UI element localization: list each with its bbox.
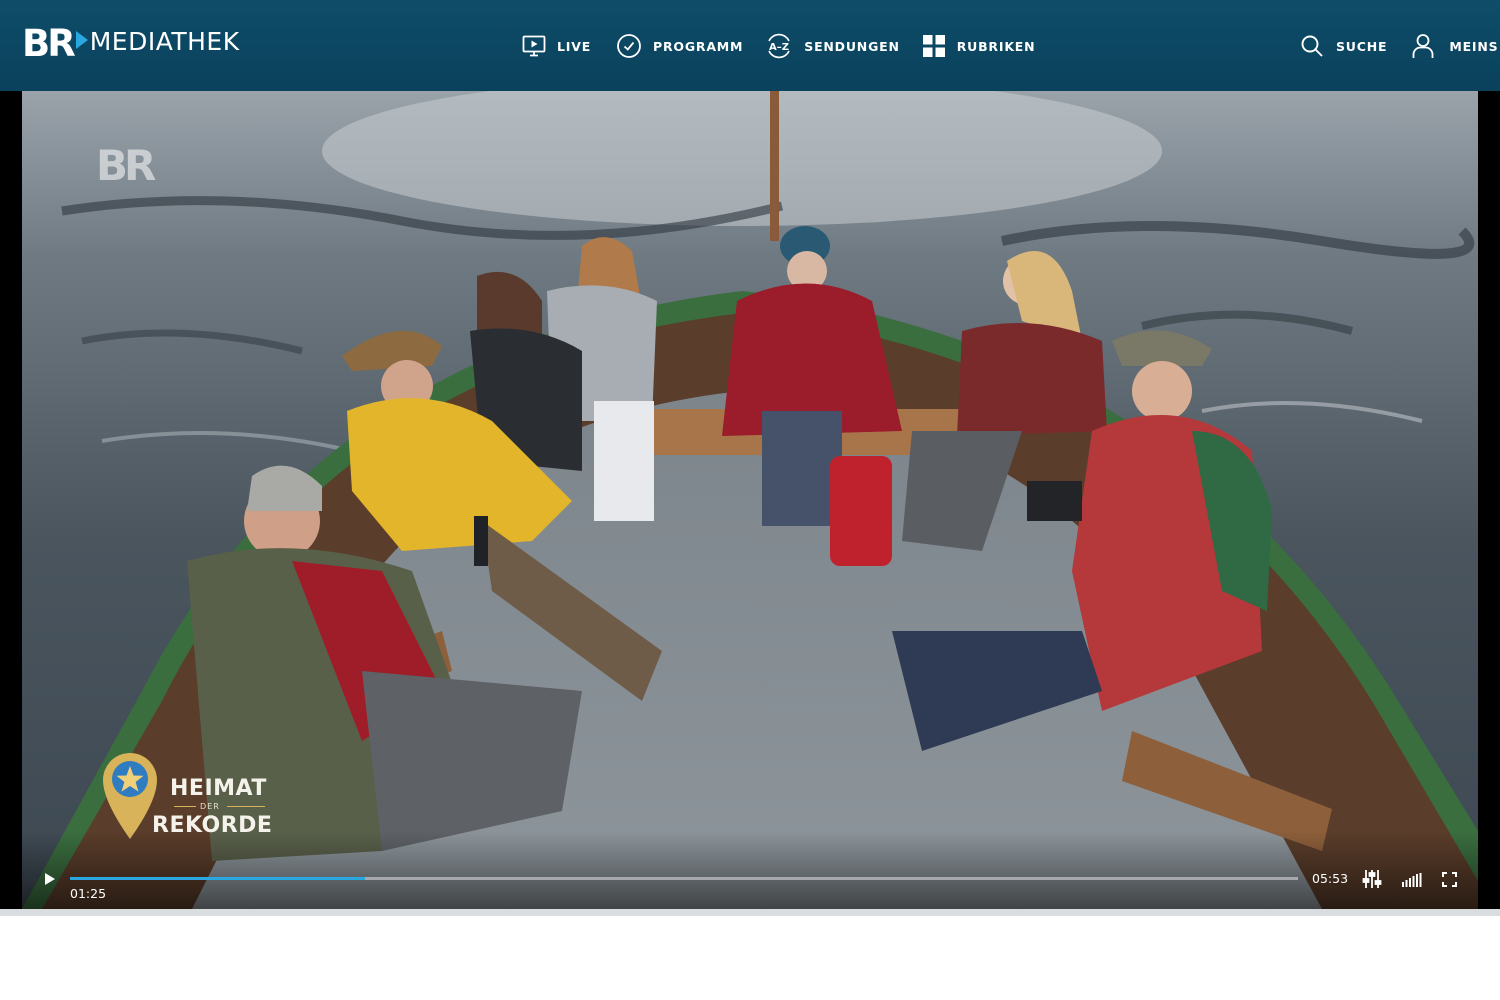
progress-bar-fill: [70, 877, 365, 880]
show-title-der: DER: [200, 802, 220, 811]
logo-mediathek-text: MEDIATHEK: [89, 26, 240, 56]
utility-navigation: SUCHE MEINS: [1300, 30, 1498, 62]
main-navigation: LIVE PROGRAMM A–Z SENDUNGEN RUBRIKEN: [522, 30, 1035, 62]
clock-check-icon: [616, 33, 642, 59]
top-navigation-bar: BR MEDIATHEK LIVE PROGRAMM A–Z SENDUNGEN…: [0, 0, 1500, 91]
nav-item-sendungen[interactable]: A–Z SENDUNGEN: [765, 30, 899, 62]
user-icon: [1411, 33, 1435, 59]
nav-label-suche: SUCHE: [1336, 38, 1388, 54]
grid-icon: [922, 34, 946, 58]
nav-label-rubriken: RUBRIKEN: [956, 38, 1036, 54]
svg-text:A–Z: A–Z: [769, 42, 789, 53]
search-icon: [1300, 34, 1324, 58]
fullscreen-button[interactable]: [1442, 872, 1457, 891]
nav-label-meins: MEINS: [1449, 38, 1499, 54]
sliders-icon: [1362, 870, 1382, 888]
current-time: 01:25: [70, 886, 107, 901]
logo-play-triangle: [75, 31, 88, 49]
a-z-icon: A–Z: [765, 33, 793, 59]
volume-bars-icon: [1402, 873, 1422, 887]
nav-label-sendungen: SENDUNGEN: [804, 38, 900, 54]
duration-time: 05:53: [1312, 871, 1349, 886]
video-frame[interactable]: BR HEIMAT DER REKORDE: [22, 91, 1478, 909]
play-icon: [45, 873, 55, 885]
show-title-divider-right: [227, 806, 265, 807]
video-player[interactable]: BR HEIMAT DER REKORDE 01:25 05:53: [0, 91, 1500, 909]
player-bottom-edge: [0, 909, 1500, 916]
fullscreen-icon: [1442, 872, 1457, 887]
tv-play-icon: [522, 34, 546, 58]
nav-item-programm[interactable]: PROGRAMM: [616, 30, 743, 62]
nav-label-programm: PROGRAMM: [653, 38, 744, 54]
nav-item-live[interactable]: LIVE: [522, 30, 591, 62]
controls-overlay: [0, 831, 1500, 909]
volume-button[interactable]: [1402, 872, 1422, 891]
nav-label-live: LIVE: [557, 38, 592, 54]
nav-item-rubriken[interactable]: RUBRIKEN: [922, 30, 1036, 62]
settings-button[interactable]: [1362, 869, 1382, 893]
progress-bar[interactable]: [70, 877, 1298, 880]
br-mediathek-logo[interactable]: BR MEDIATHEK: [22, 24, 240, 64]
play-button[interactable]: [42, 871, 58, 887]
br-watermark: BR: [96, 141, 156, 190]
show-title-divider-left: [174, 806, 196, 807]
show-title-heimat: HEIMAT: [170, 776, 267, 801]
nav-item-suche[interactable]: SUCHE: [1300, 30, 1387, 62]
logo-br-text: BR: [22, 22, 76, 65]
nav-item-meins[interactable]: MEINS: [1411, 30, 1498, 62]
